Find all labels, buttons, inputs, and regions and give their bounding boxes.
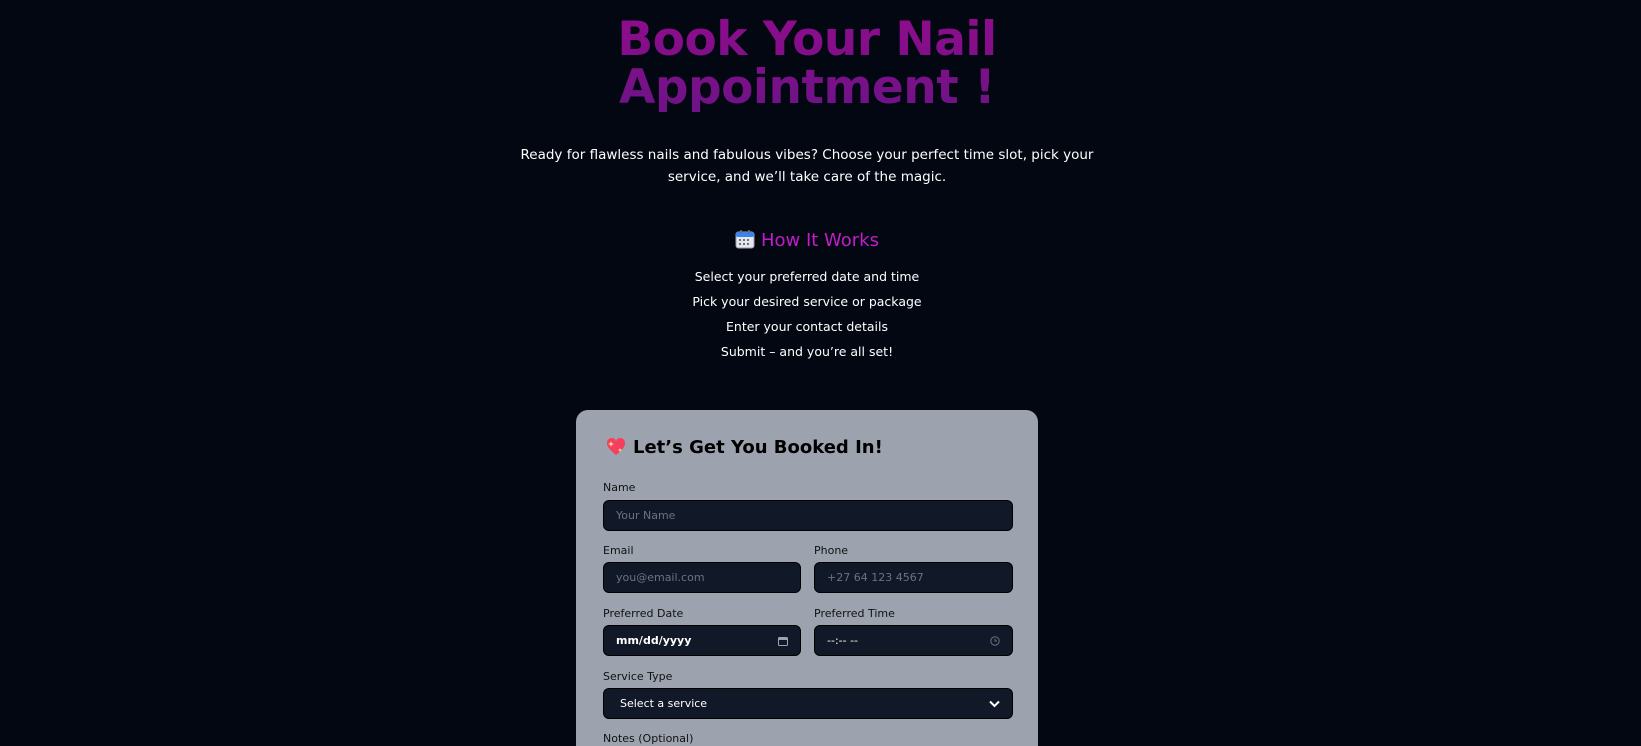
page-title: Book Your Nail Appointment ! (0, 16, 1614, 112)
page-subtitle-line-2: service, and we’ll take care of the magi… (667, 169, 947, 185)
page-subtitle: Ready for flawless nails and fabulous vi… (520, 144, 1094, 188)
calendar-picker-icon[interactable] (778, 636, 788, 646)
service-type-label: Service Type (603, 670, 673, 683)
notes-label: Notes (Optional) (603, 732, 694, 745)
service-selected-value: Select a service (620, 697, 708, 710)
preferred-time-input[interactable]: --:-- -- (814, 625, 1013, 656)
how-it-works-heading: How It Works (0, 227, 1614, 258)
how-it-works-label: How It Works (760, 230, 880, 251)
how-it-works-steps: Select your preferred date and time Pick… (0, 264, 1614, 364)
step-item: Enter your contact details (726, 319, 888, 334)
preferred-time-label: Preferred Time (814, 607, 895, 620)
form-title-text: Let’s Get You Booked In! (633, 437, 883, 458)
chevron-down-icon (989, 700, 1000, 708)
name-field[interactable] (603, 500, 1013, 531)
time-value: --:-- -- (827, 634, 859, 647)
service-type-select[interactable]: Select a service (603, 688, 1013, 719)
email-field[interactable] (603, 562, 801, 593)
form-title: Let’s Get You Booked In! (606, 437, 883, 462)
preferred-date-input[interactable]: mm/dd/yyyy (603, 625, 801, 656)
step-item: Submit – and you’re all set! (720, 344, 894, 359)
page-title-line-1: Book Your Nail (617, 12, 997, 67)
page-title-line-2: Appointment ! (618, 60, 996, 115)
sparkling-heart-icon (606, 437, 626, 462)
name-label: Name (603, 481, 636, 494)
preferred-date-label: Preferred Date (603, 607, 684, 620)
phone-label: Phone (814, 544, 849, 557)
booking-form-card: Let’s Get You Booked In! Name Email Phon… (576, 410, 1038, 746)
page-subtitle-line-1: Ready for flawless nails and fabulous vi… (520, 147, 1094, 163)
calendar-icon (735, 229, 755, 258)
booking-page: Book Your Nail Appointment ! Ready for f… (0, 0, 1641, 746)
step-item: Select your preferred date and time (694, 269, 920, 284)
phone-field[interactable] (814, 562, 1013, 593)
clock-icon[interactable] (990, 635, 1000, 646)
step-item: Pick your desired service or package (692, 294, 922, 309)
date-value: mm/dd/yyyy (616, 634, 692, 647)
email-label: Email (603, 544, 634, 557)
